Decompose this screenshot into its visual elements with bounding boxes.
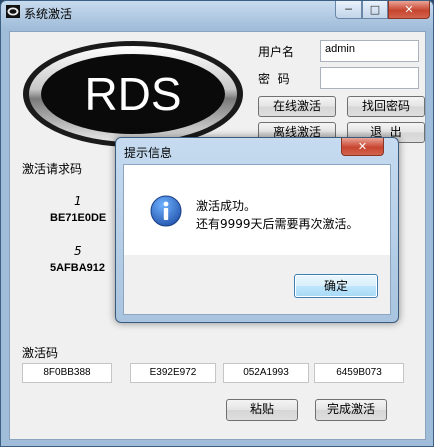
window-title: 系统激活 [24,7,73,21]
username-label: 用户名 [258,45,295,59]
close-button[interactable]: ✕ [388,1,430,19]
close-icon: ✕ [404,3,414,16]
activation-window: 系统激活 ─ □ ✕ RDS 用户名 admin 密 码 在线激活 找回密码 离… [0,0,434,447]
activation-code-field[interactable]: E392E972 [130,363,216,383]
activation-code-field[interactable]: 8F0BB388 [22,363,112,383]
activation-code-field[interactable]: 052A1993 [223,363,309,383]
request-code: BE71E0DE [50,212,107,224]
password-field[interactable] [320,67,419,89]
logo-text: RDS [84,68,181,120]
dialog-close-button[interactable]: ✕ [341,138,384,156]
request-index: 5 [74,244,82,258]
online-activate-button[interactable]: 在线激活 [258,96,336,117]
dialog-title: 提示信息 [124,146,173,160]
dialog-message-line1: 激活成功。 [196,199,257,213]
close-icon: ✕ [357,140,368,153]
dialog-body: 激活成功。 还有9999天后需要再次激活。 确定 [123,164,391,315]
activation-code-field[interactable]: 6459B073 [314,363,404,383]
rds-logo: RDS [23,41,243,147]
dialog-message-line2: 还有9999天后需要再次激活。 [196,217,359,231]
activation-code-label: 激活码 [22,346,59,360]
username-field[interactable]: admin [320,40,419,62]
maximize-icon: □ [369,3,381,16]
recover-password-button[interactable]: 找回密码 [347,96,425,117]
request-code: 5AFBA912 [50,262,106,274]
maximize-button[interactable]: □ [362,1,388,19]
minimize-button[interactable]: ─ [335,1,362,19]
request-index: 1 [74,194,82,208]
ok-button[interactable]: 确定 [294,274,378,298]
info-icon [150,195,182,227]
request-code-label: 激活请求码 [22,162,83,176]
minimize-icon: ─ [345,3,352,16]
password-label: 密 码 [258,72,290,86]
message-dialog: 提示信息 ✕ 激活成功。 还有9999天后需要再次激活。 确定 [115,137,399,323]
app-icon [6,5,20,18]
paste-button[interactable]: 粘贴 [226,399,298,421]
finish-activate-button[interactable]: 完成激活 [315,399,387,421]
title-bar: 系统激活 ─ □ ✕ [1,1,433,23]
